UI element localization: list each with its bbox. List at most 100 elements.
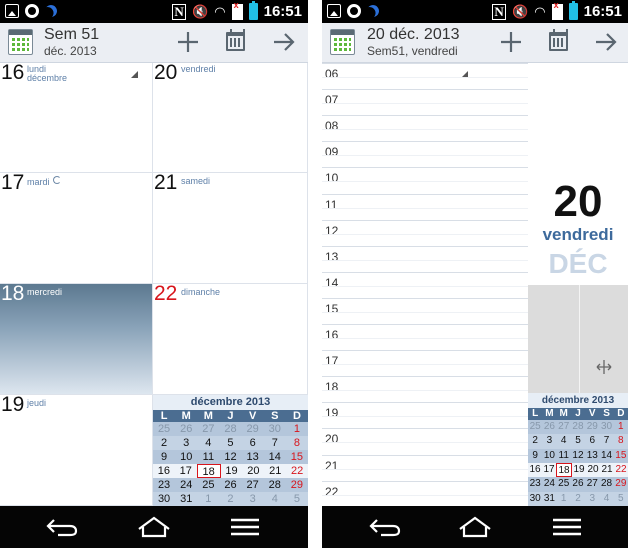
mini-calendar-day[interactable]: 28 <box>599 477 613 491</box>
mini-calendar-day[interactable]: 28 <box>571 420 585 434</box>
day-cell-wednesday-today[interactable]: 18 mercredi <box>0 284 153 395</box>
mini-calendar-day[interactable]: 14 <box>599 449 613 463</box>
all-day-panel[interactable] <box>528 285 628 393</box>
mini-calendar-day[interactable]: 26 <box>219 478 241 492</box>
mini-calendar-day[interactable]: 1 <box>557 492 571 506</box>
mini-calendar-day[interactable]: 20 <box>586 463 600 477</box>
mini-calendar-day[interactable]: 22 <box>286 464 308 478</box>
mini-calendar-day[interactable]: 13 <box>585 449 599 463</box>
calendar-app-icon[interactable] <box>330 29 355 55</box>
mini-calendar-day[interactable]: 16 <box>528 463 542 477</box>
mini-calendar-day[interactable]: 23 <box>528 477 542 491</box>
home-icon[interactable] <box>134 514 174 540</box>
mini-calendar-day[interactable]: 17 <box>175 464 197 478</box>
hour-row[interactable]: 08 <box>322 115 528 141</box>
menu-icon[interactable] <box>225 514 265 540</box>
day-cell-monday[interactable]: 16 lundi décembre <box>0 63 153 173</box>
mini-calendar-day[interactable]: 1 <box>197 492 219 506</box>
mini-calendar-day[interactable]: 10 <box>175 450 197 464</box>
mini-calendar-day[interactable]: 27 <box>242 478 264 492</box>
mini-calendar-day[interactable]: 27 <box>585 477 599 491</box>
mini-calendar-day[interactable]: 25 <box>528 420 542 434</box>
hour-row[interactable]: 09 <box>322 141 528 167</box>
mini-calendar-day[interactable]: 3 <box>542 434 556 448</box>
mini-calendar-day[interactable]: 9 <box>528 449 542 463</box>
go-to-date-icon[interactable] <box>549 29 568 51</box>
mini-calendar-day[interactable]: 2 <box>219 492 241 506</box>
hour-row[interactable]: 21 <box>322 454 528 481</box>
mini-calendar-day[interactable]: 28 <box>264 478 286 492</box>
mini-calendar-day[interactable]: 13 <box>242 450 264 464</box>
mini-calendar-day[interactable]: 19 <box>572 463 586 477</box>
mini-calendar-day[interactable]: 5 <box>219 436 241 450</box>
mini-calendar-day[interactable]: 1 <box>614 420 628 434</box>
mini-calendar-day[interactable]: 31 <box>175 492 197 506</box>
mini-calendar-day[interactable]: 12 <box>571 449 585 463</box>
mini-calendar-day[interactable]: 4 <box>599 492 613 506</box>
back-icon[interactable] <box>42 514 82 540</box>
calendar-app-icon[interactable] <box>8 29 33 55</box>
mini-calendar-day[interactable]: 23 <box>153 478 175 492</box>
mini-calendar-day[interactable]: 29 <box>286 478 308 492</box>
mini-calendar-day[interactable]: 8 <box>614 434 628 448</box>
mini-calendar-day[interactable]: 24 <box>175 478 197 492</box>
back-icon[interactable] <box>365 514 405 540</box>
hour-row[interactable]: 17 <box>322 350 528 376</box>
mini-calendar-day[interactable]: 3 <box>585 492 599 506</box>
mini-calendar-day[interactable]: 31 <box>542 492 556 506</box>
mini-calendar-day[interactable]: 19 <box>221 464 243 478</box>
hour-row[interactable]: 19 <box>322 402 528 428</box>
week-subtitle[interactable]: Sem51, vendredi <box>367 44 458 58</box>
mini-calendar-day[interactable]: 16 <box>153 464 175 478</box>
hour-row[interactable]: 22 <box>322 480 528 506</box>
mini-calendar-day[interactable]: 30 <box>153 492 175 506</box>
mini-calendar-day[interactable]: 11 <box>557 449 571 463</box>
mini-calendar-day[interactable]: 20 <box>242 464 264 478</box>
day-cell-sunday[interactable]: 22 dimanche <box>153 284 308 395</box>
mini-calendar-day[interactable]: 5 <box>286 492 308 506</box>
mini-calendar-day[interactable]: 4 <box>264 492 286 506</box>
mini-calendar-day[interactable]: 24 <box>542 477 556 491</box>
mini-month-calendar[interactable]: décembre 2013 LMMJVSD 25 26 27 28 29 30 1 2 3 4 5 6… <box>153 395 308 506</box>
hour-row[interactable]: 18 <box>322 376 528 402</box>
mini-calendar-day[interactable]: 4 <box>197 436 219 450</box>
hour-row[interactable]: 14 <box>322 271 528 298</box>
mini-calendar-day[interactable]: 25 <box>153 422 175 436</box>
add-icon[interactable] <box>498 29 524 55</box>
mini-calendar-day[interactable]: 27 <box>557 420 571 434</box>
hour-timeline[interactable]: 06 07 08 09 10 11 12 13 14 15 16 17 18 19 20 21 22 <box>322 63 528 506</box>
mini-calendar-day[interactable]: 7 <box>599 434 613 448</box>
hour-row[interactable]: 20 <box>322 428 528 454</box>
mini-calendar-day[interactable]: 2 <box>153 436 175 450</box>
add-icon[interactable] <box>175 29 201 55</box>
day-cell-saturday[interactable]: 21 samedi <box>153 173 308 284</box>
mini-month-calendar[interactable]: décembre 2013 LMMJVSD 25 26 27 28 29 30 1 2 3 4 5 6… <box>528 393 628 506</box>
month-subtitle[interactable]: déc. 2013 <box>44 44 97 58</box>
mini-calendar-day[interactable]: 2 <box>571 492 585 506</box>
mini-calendar-day[interactable]: 18 <box>196 464 221 478</box>
mini-calendar-day[interactable]: 5 <box>571 434 585 448</box>
hour-row[interactable]: 15 <box>322 297 528 324</box>
forward-arrow-icon[interactable] <box>271 29 297 55</box>
mini-calendar-day[interactable]: 14 <box>264 450 286 464</box>
mini-calendar-day[interactable]: 25 <box>557 477 571 491</box>
mini-calendar-day[interactable]: 27 <box>197 422 219 436</box>
mini-calendar-day[interactable]: 5 <box>614 492 628 506</box>
mini-calendar-day[interactable]: 3 <box>242 492 264 506</box>
mini-calendar-day[interactable]: 22 <box>614 463 628 477</box>
mini-calendar-day[interactable]: 28 <box>219 422 241 436</box>
forward-arrow-icon[interactable] <box>593 29 619 55</box>
hour-row[interactable]: 13 <box>322 245 528 272</box>
mini-calendar-day[interactable]: 6 <box>585 434 599 448</box>
mini-calendar-day[interactable]: 3 <box>175 436 197 450</box>
mini-calendar-day[interactable]: 15 <box>614 449 628 463</box>
mini-calendar-day[interactable]: 17 <box>542 463 556 477</box>
home-icon[interactable] <box>455 514 495 540</box>
mini-calendar-day[interactable]: 26 <box>542 420 556 434</box>
mini-calendar-day[interactable]: 21 <box>264 464 286 478</box>
mini-calendar-day[interactable]: 9 <box>153 450 175 464</box>
go-to-date-icon[interactable] <box>226 29 245 51</box>
resize-handle-icon[interactable] <box>594 357 614 377</box>
day-cell-tuesday[interactable]: 17 mardi <box>0 173 153 284</box>
mini-calendar-day[interactable]: 30 <box>599 420 613 434</box>
